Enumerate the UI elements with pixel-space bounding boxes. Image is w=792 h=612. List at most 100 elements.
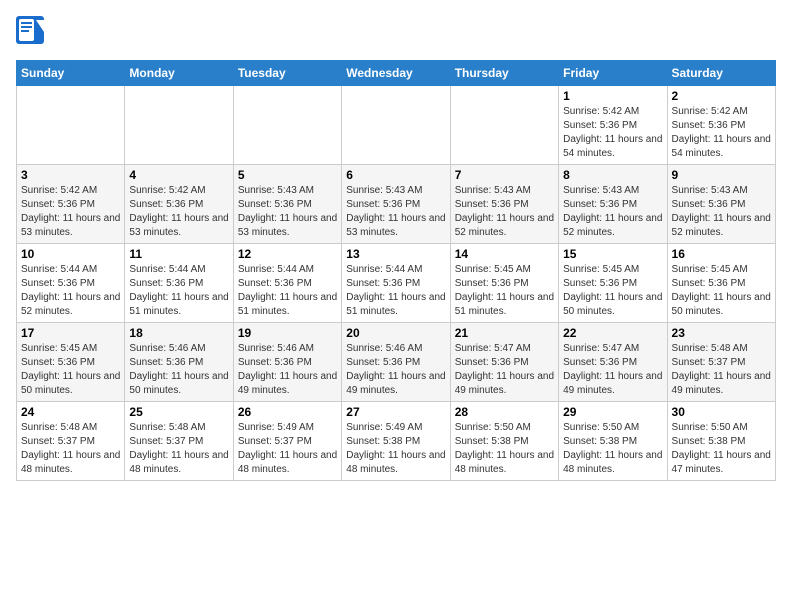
column-header-saturday: Saturday <box>667 61 775 86</box>
day-info: Sunrise: 5:44 AM Sunset: 5:36 PM Dayligh… <box>21 263 120 319</box>
calendar-day: 30 Sunrise: 5:50 AM Sunset: 5:38 PM Dayli… <box>667 402 775 481</box>
calendar-day: 18 Sunrise: 5:46 AM Sunset: 5:36 PM Dayli… <box>125 323 233 402</box>
calendar-day: 3 Sunrise: 5:42 AM Sunset: 5:36 PM Daylig… <box>17 165 125 244</box>
day-info: Sunrise: 5:46 AM Sunset: 5:36 PM Dayligh… <box>129 342 228 398</box>
calendar-day: 21 Sunrise: 5:47 AM Sunset: 5:36 PM Dayli… <box>450 323 558 402</box>
day-number: 25 <box>129 405 228 419</box>
calendar-day: 22Sunrise: 5:47 AM Sunset: 5:36 PM Dayli… <box>559 323 667 402</box>
day-number: 10 <box>21 247 120 261</box>
calendar-day <box>450 86 558 165</box>
calendar-day: 26Sunrise: 5:49 AM Sunset: 5:37 PM Dayli… <box>233 402 341 481</box>
day-info: Sunrise: 5:47 AM Sunset: 5:36 PM Dayligh… <box>455 342 554 398</box>
calendar-day: 24 Sunrise: 5:48 AM Sunset: 5:37 PM Dayli… <box>17 402 125 481</box>
calendar-week-2: 3 Sunrise: 5:42 AM Sunset: 5:36 PM Daylig… <box>17 165 776 244</box>
day-number: 5 <box>238 168 337 182</box>
day-number: 4 <box>129 168 228 182</box>
day-number: 26 <box>238 405 337 419</box>
calendar-day: 2 Sunrise: 5:42 AM Sunset: 5:36 PM Daylig… <box>667 86 775 165</box>
day-info: Sunrise: 5:48 AM Sunset: 5:37 PM Dayligh… <box>21 421 120 477</box>
day-info: Sunrise: 5:46 AM Sunset: 5:36 PM Dayligh… <box>346 342 445 398</box>
calendar-day: 9 Sunrise: 5:43 AM Sunset: 5:36 PM Daylig… <box>667 165 775 244</box>
day-info: Sunrise: 5:44 AM Sunset: 5:36 PM Dayligh… <box>346 263 445 319</box>
day-number: 30 <box>672 405 771 419</box>
day-number: 20 <box>346 326 445 340</box>
calendar-day: 14 Sunrise: 5:45 AM Sunset: 5:36 PM Dayli… <box>450 244 558 323</box>
calendar-week-5: 24 Sunrise: 5:48 AM Sunset: 5:37 PM Dayli… <box>17 402 776 481</box>
column-header-thursday: Thursday <box>450 61 558 86</box>
day-info: Sunrise: 5:50 AM Sunset: 5:38 PM Dayligh… <box>455 421 554 477</box>
calendar-day: 6 Sunrise: 5:43 AM Sunset: 5:36 PM Daylig… <box>342 165 450 244</box>
column-header-friday: Friday <box>559 61 667 86</box>
day-info: Sunrise: 5:43 AM Sunset: 5:36 PM Dayligh… <box>346 184 445 240</box>
day-info: Sunrise: 5:42 AM Sunset: 5:36 PM Dayligh… <box>21 184 120 240</box>
calendar-day: 5Sunrise: 5:43 AM Sunset: 5:36 PM Daylig… <box>233 165 341 244</box>
calendar-day <box>125 86 233 165</box>
day-number: 21 <box>455 326 554 340</box>
column-header-monday: Monday <box>125 61 233 86</box>
column-header-tuesday: Tuesday <box>233 61 341 86</box>
column-header-sunday: Sunday <box>17 61 125 86</box>
calendar-day: 13 Sunrise: 5:44 AM Sunset: 5:36 PM Dayli… <box>342 244 450 323</box>
day-number: 9 <box>672 168 771 182</box>
calendar-week-4: 17 Sunrise: 5:45 AM Sunset: 5:36 PM Dayli… <box>17 323 776 402</box>
calendar-day: 29 Sunrise: 5:50 AM Sunset: 5:38 PM Dayli… <box>559 402 667 481</box>
day-number: 7 <box>455 168 554 182</box>
calendar-day: 10 Sunrise: 5:44 AM Sunset: 5:36 PM Dayli… <box>17 244 125 323</box>
day-number: 18 <box>129 326 228 340</box>
day-number: 14 <box>455 247 554 261</box>
day-number: 27 <box>346 405 445 419</box>
calendar-day: 4 Sunrise: 5:42 AM Sunset: 5:36 PM Daylig… <box>125 165 233 244</box>
calendar-day: 11Sunrise: 5:44 AM Sunset: 5:36 PM Dayli… <box>125 244 233 323</box>
calendar-day: 27 Sunrise: 5:49 AM Sunset: 5:38 PM Dayli… <box>342 402 450 481</box>
day-info: Sunrise: 5:50 AM Sunset: 5:38 PM Dayligh… <box>672 421 771 477</box>
calendar-day <box>17 86 125 165</box>
logo-icon <box>16 16 46 52</box>
day-info: Sunrise: 5:43 AM Sunset: 5:36 PM Dayligh… <box>563 184 662 240</box>
day-number: 2 <box>672 89 771 103</box>
calendar-day: 16Sunrise: 5:45 AM Sunset: 5:36 PM Dayli… <box>667 244 775 323</box>
day-info: Sunrise: 5:48 AM Sunset: 5:37 PM Dayligh… <box>672 342 771 398</box>
calendar-day: 7 Sunrise: 5:43 AM Sunset: 5:36 PM Daylig… <box>450 165 558 244</box>
day-info: Sunrise: 5:50 AM Sunset: 5:38 PM Dayligh… <box>563 421 662 477</box>
calendar-day: 28 Sunrise: 5:50 AM Sunset: 5:38 PM Dayli… <box>450 402 558 481</box>
day-number: 24 <box>21 405 120 419</box>
day-info: Sunrise: 5:42 AM Sunset: 5:36 PM Dayligh… <box>563 105 662 161</box>
day-info: Sunrise: 5:46 AM Sunset: 5:36 PM Dayligh… <box>238 342 337 398</box>
day-number: 15 <box>563 247 662 261</box>
day-info: Sunrise: 5:45 AM Sunset: 5:36 PM Dayligh… <box>563 263 662 319</box>
calendar-day: 1 Sunrise: 5:42 AM Sunset: 5:36 PM Daylig… <box>559 86 667 165</box>
calendar-table: SundayMondayTuesdayWednesdayThursdayFrid… <box>16 60 776 481</box>
calendar-header-row: SundayMondayTuesdayWednesdayThursdayFrid… <box>17 61 776 86</box>
day-number: 29 <box>563 405 662 419</box>
column-header-wednesday: Wednesday <box>342 61 450 86</box>
day-number: 28 <box>455 405 554 419</box>
page-header <box>16 16 776 52</box>
calendar-day: 8Sunrise: 5:43 AM Sunset: 5:36 PM Daylig… <box>559 165 667 244</box>
day-info: Sunrise: 5:42 AM Sunset: 5:36 PM Dayligh… <box>672 105 771 161</box>
day-number: 12 <box>238 247 337 261</box>
day-info: Sunrise: 5:44 AM Sunset: 5:36 PM Dayligh… <box>129 263 228 319</box>
day-number: 17 <box>21 326 120 340</box>
calendar-day: 15 Sunrise: 5:45 AM Sunset: 5:36 PM Dayli… <box>559 244 667 323</box>
calendar-day: 23Sunrise: 5:48 AM Sunset: 5:37 PM Dayli… <box>667 323 775 402</box>
day-info: Sunrise: 5:49 AM Sunset: 5:38 PM Dayligh… <box>346 421 445 477</box>
day-info: Sunrise: 5:43 AM Sunset: 5:36 PM Dayligh… <box>672 184 771 240</box>
calendar-day: 17 Sunrise: 5:45 AM Sunset: 5:36 PM Dayli… <box>17 323 125 402</box>
logo <box>16 16 50 52</box>
calendar-week-3: 10 Sunrise: 5:44 AM Sunset: 5:36 PM Dayli… <box>17 244 776 323</box>
day-info: Sunrise: 5:45 AM Sunset: 5:36 PM Dayligh… <box>21 342 120 398</box>
calendar-day <box>233 86 341 165</box>
calendar-day: 19Sunrise: 5:46 AM Sunset: 5:36 PM Dayli… <box>233 323 341 402</box>
day-info: Sunrise: 5:48 AM Sunset: 5:37 PM Dayligh… <box>129 421 228 477</box>
day-info: Sunrise: 5:47 AM Sunset: 5:36 PM Dayligh… <box>563 342 662 398</box>
day-number: 3 <box>21 168 120 182</box>
day-info: Sunrise: 5:45 AM Sunset: 5:36 PM Dayligh… <box>455 263 554 319</box>
calendar-day <box>342 86 450 165</box>
calendar-week-1: 1 Sunrise: 5:42 AM Sunset: 5:36 PM Daylig… <box>17 86 776 165</box>
day-info: Sunrise: 5:43 AM Sunset: 5:36 PM Dayligh… <box>455 184 554 240</box>
day-number: 6 <box>346 168 445 182</box>
day-number: 13 <box>346 247 445 261</box>
day-info: Sunrise: 5:42 AM Sunset: 5:36 PM Dayligh… <box>129 184 228 240</box>
day-number: 1 <box>563 89 662 103</box>
calendar-day: 12Sunrise: 5:44 AM Sunset: 5:36 PM Dayli… <box>233 244 341 323</box>
